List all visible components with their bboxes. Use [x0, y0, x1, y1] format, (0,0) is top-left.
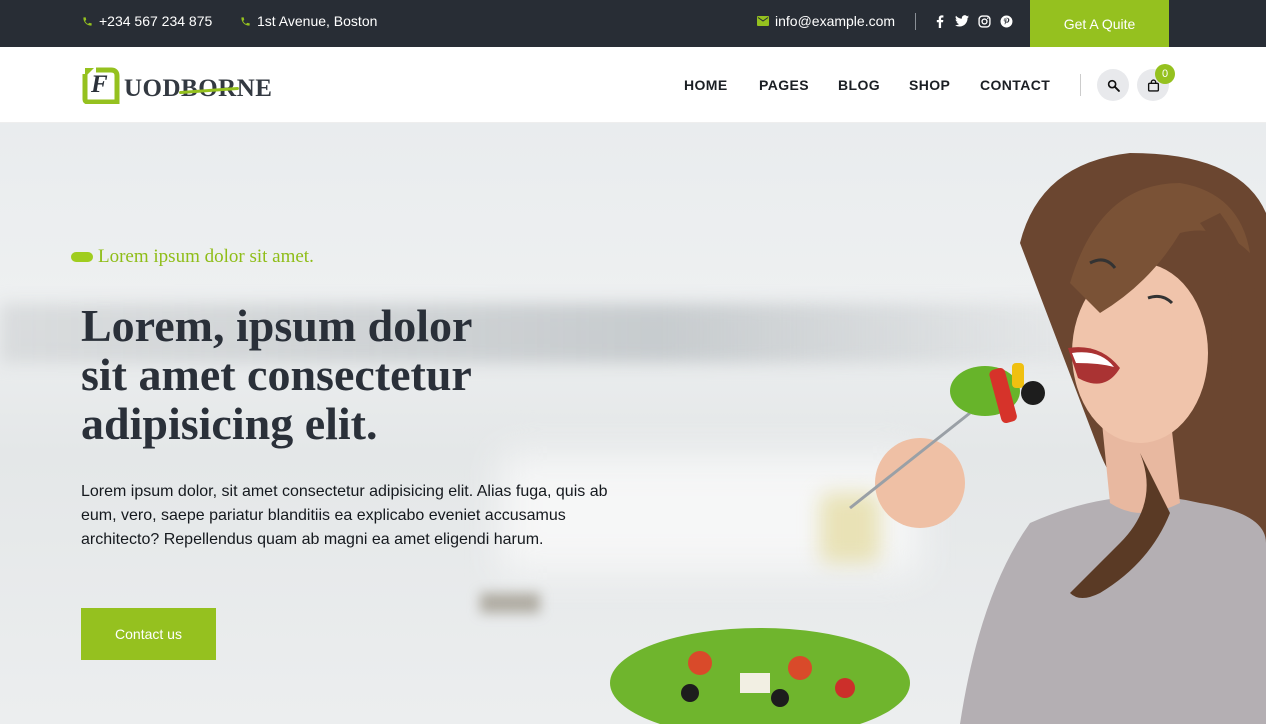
- main-header: F UODBORNE HOME PAGES BLOG SHOP CONTACT: [0, 47, 1266, 123]
- hero-title: Lorem, ipsum dolor sit amet consectetur …: [81, 300, 473, 449]
- tagline-accent-pill: [71, 252, 93, 262]
- phone-number: +234 567 234 875: [99, 13, 213, 29]
- topbar-divider: [915, 13, 916, 30]
- header-divider: [1080, 74, 1081, 96]
- nav-home[interactable]: HOME: [684, 77, 728, 93]
- nav-shop[interactable]: SHOP: [909, 77, 950, 93]
- search-icon: [1107, 79, 1120, 92]
- email-contact[interactable]: info@example.com: [757, 13, 895, 29]
- top-bar: +234 567 234 875 1st Avenue, Boston info…: [0, 0, 1266, 47]
- background-blur: [480, 593, 540, 613]
- hero-image-woman-eating-salad: [610, 153, 1266, 724]
- get-quote-button[interactable]: Get A Quite: [1030, 0, 1169, 47]
- logo-text: UODBORNE: [124, 75, 273, 102]
- twitter-icon[interactable]: [954, 13, 970, 29]
- nav-pages[interactable]: PAGES: [759, 77, 809, 93]
- nav-blog[interactable]: BLOG: [838, 77, 880, 93]
- envelope-icon: [757, 16, 769, 26]
- hero-description: Lorem ipsum dolor, sit amet consectetur …: [81, 483, 608, 548]
- cart-count-badge: 0: [1155, 64, 1175, 84]
- email-address: info@example.com: [775, 13, 896, 29]
- search-button[interactable]: [1097, 69, 1129, 101]
- facebook-icon[interactable]: [932, 13, 948, 29]
- address-contact: 1st Avenue, Boston: [240, 13, 377, 29]
- tagline-text: Lorem ipsum dolor sit amet.: [98, 246, 314, 267]
- logo-letter: F: [91, 71, 108, 98]
- nav-contact[interactable]: CONTACT: [980, 77, 1050, 93]
- instagram-icon[interactable]: [976, 13, 992, 29]
- pinterest-icon[interactable]: [998, 13, 1014, 29]
- phone-contact[interactable]: +234 567 234 875: [82, 13, 212, 29]
- phone-icon: [241, 16, 250, 26]
- site-logo[interactable]: F UODBORNE: [82, 66, 273, 105]
- address-text: 1st Avenue, Boston: [257, 13, 378, 29]
- hero-tagline: Lorem ipsum dolor sit amet.: [71, 246, 314, 268]
- phone-icon: [83, 16, 92, 26]
- contact-us-button[interactable]: Contact us: [81, 608, 216, 660]
- logo-mark-icon: F: [82, 66, 120, 105]
- hero-section: Lorem ipsum dolor sit amet. Lorem, ipsum…: [0, 123, 1266, 724]
